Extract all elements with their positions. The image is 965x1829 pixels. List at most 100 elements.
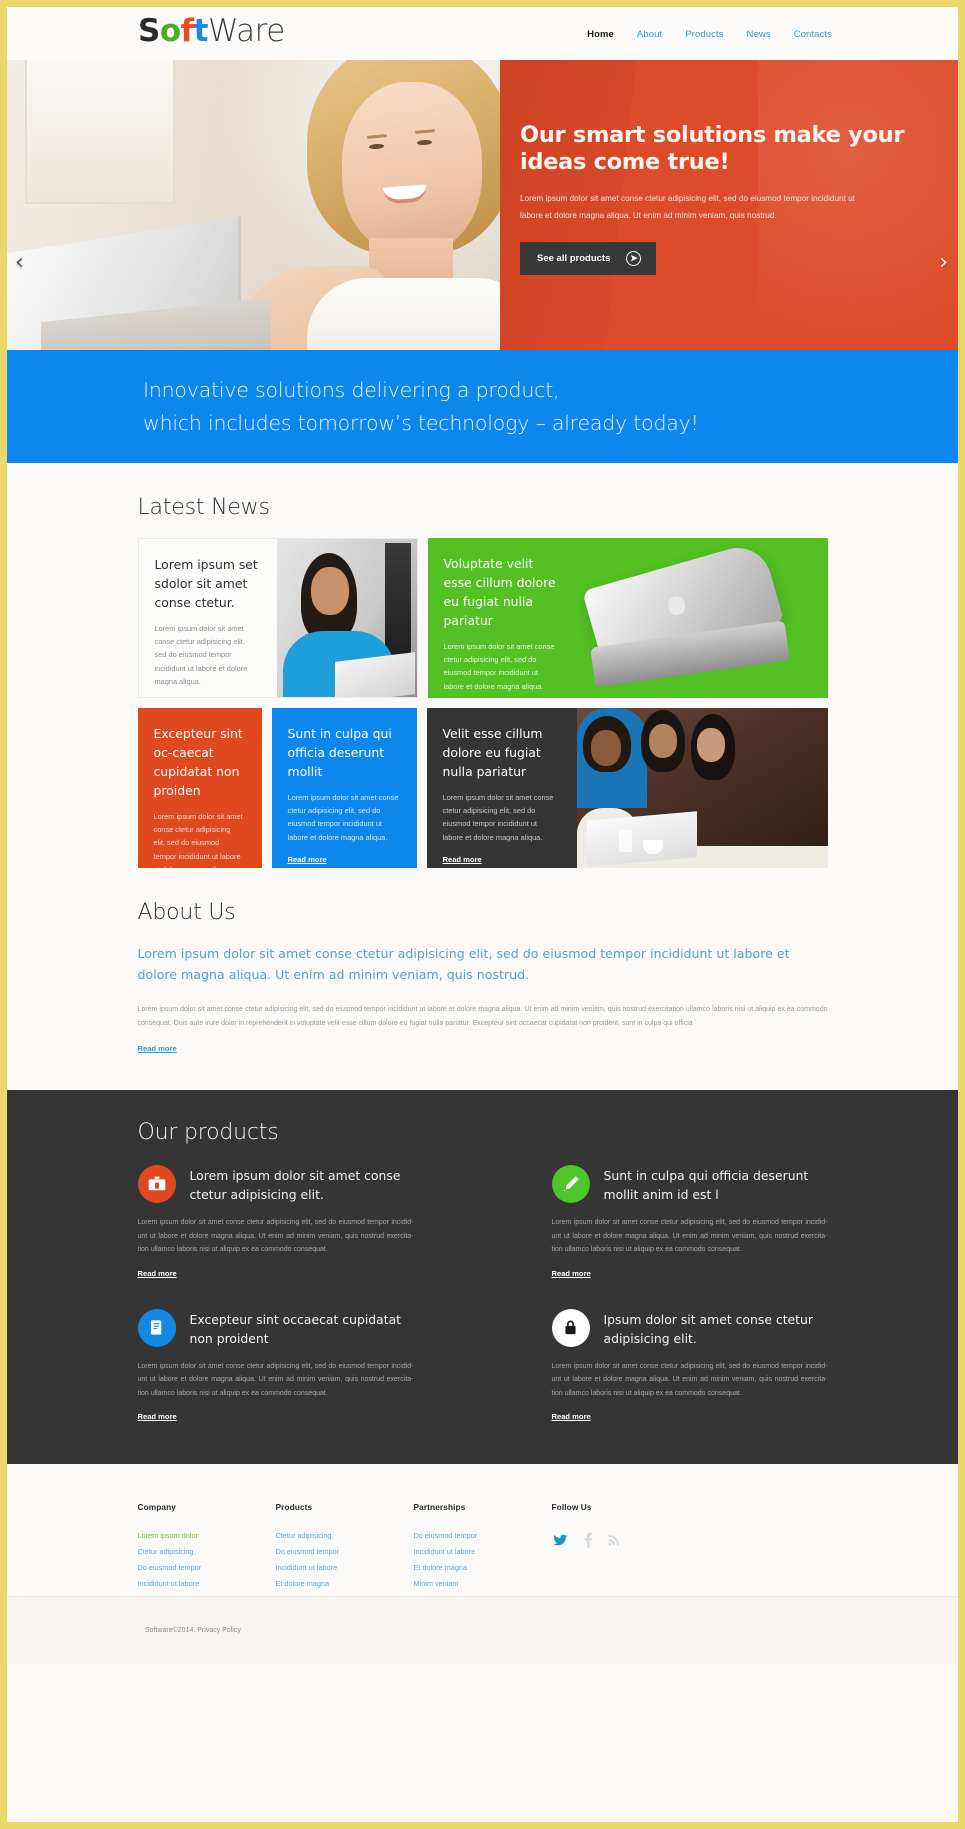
copyright-text: Software©2014. Privacy Policy [145, 1627, 241, 1634]
footer-bottom-bar: Software©2014. Privacy Policy [7, 1596, 958, 1664]
latest-news-title: Latest News [137, 495, 270, 520]
footer-link[interactable]: Ctetur adipisicing [138, 1544, 276, 1559]
news-card[interactable]: Sunt in culpa qui officia deserunt molli… [271, 708, 417, 868]
news-card[interactable]: Excepteur sint oc-caecat cupidatat non p… [137, 708, 262, 868]
product-body: Lorem ipsum dolor sit amet conse ctetur … [137, 1219, 414, 1253]
about-body-text: Lorem ipsum dolor sit amet conse ctetur … [137, 1006, 828, 1027]
product-item[interactable]: Lorem ipsum dolor sit amet conse ctetur … [137, 1165, 414, 1281]
about-read-more-link[interactable]: Read more [138, 1044, 177, 1053]
footer-link[interactable]: Et dolore magna [414, 1560, 552, 1575]
footer-link[interactable]: Incididunt ut labore [276, 1560, 414, 1575]
pencil-icon [551, 1165, 590, 1203]
products-grid: Lorem ipsum dolor sit amet conse ctetur … [137, 1165, 828, 1425]
product-item[interactable]: Sunt in culpa qui officia deserunt molli… [551, 1165, 828, 1281]
copyright-label: Software©2014. [145, 1627, 196, 1634]
briefcase-icon [137, 1165, 176, 1203]
facebook-icon[interactable] [583, 1532, 593, 1548]
page-root: SoftWare Home About Products News Contac… [7, 7, 958, 1822]
products-title: Our products [137, 1120, 279, 1145]
tagline-text: Innovative solutions delivering a produc… [143, 374, 699, 440]
nav-item-contacts[interactable]: Contacts [790, 27, 836, 42]
footer-link[interactable]: Ctetur adipisicing [276, 1528, 414, 1543]
footer-column-heading: Follow Us [551, 1502, 592, 1512]
about-section: About Us Lorem ipsum dolor sit amet cons… [138, 868, 828, 1090]
privacy-policy-link[interactable]: Privacy Policy [197, 1627, 241, 1634]
footer-link[interactable]: Lorem ipsum dolor [138, 1528, 276, 1543]
logo-letter-s: S [138, 13, 160, 49]
read-more-link[interactable]: Read more [138, 1269, 177, 1278]
product-body: Lorem ipsum dolor sit amet conse ctetur … [551, 1219, 828, 1253]
product-title: Excepteur sint occaecat cupidatat non pr… [189, 1311, 402, 1346]
hero-title: Our smart solutions make your ideas come… [520, 122, 905, 175]
footer-link[interactable]: Incididunt ut labore [414, 1544, 552, 1559]
read-more-link[interactable]: Read more [552, 1269, 591, 1278]
nav-item-products[interactable]: Products [681, 27, 727, 42]
site-header: SoftWare Home About Products News Contac… [7, 7, 958, 60]
footer-link[interactable]: Do eiusmod tempor [138, 1560, 276, 1575]
slider-next-arrow-icon[interactable]: › [939, 250, 948, 275]
twitter-icon[interactable] [552, 1533, 569, 1548]
news-card[interactable]: Velit esse cillum dolore eu fugiat nulla… [426, 708, 828, 868]
main-content: Latest News Lorem ipsum set sdolor sit a… [7, 463, 958, 1090]
tagline-line-2: which includes tomorrow’s technology – a… [143, 410, 699, 435]
footer-link[interactable]: Et dolore magna [276, 1576, 414, 1591]
product-item[interactable]: Excepteur sint occaecat cupidatat non pr… [137, 1308, 414, 1425]
site-footer: Company Lorem ipsum dolor Ctetur adipisi… [7, 1464, 958, 1664]
book-icon [137, 1308, 176, 1347]
news-card[interactable]: Voluptate velit esse cillum dolore eu fu… [427, 538, 828, 698]
logo-word-ware: Ware [207, 13, 285, 49]
footer-column-heading: Partnerships [413, 1502, 466, 1512]
social-links [552, 1528, 732, 1548]
news-card-body: Lorem ipsum dolor sit amet conse ctetur … [154, 624, 248, 686]
lock-icon [551, 1308, 590, 1347]
news-thumbnail-laptop [577, 538, 828, 698]
products-section: Our products Lorem ipsum dolor sit amet … [7, 1090, 958, 1464]
read-more-link[interactable]: Read more [138, 1412, 177, 1421]
product-title: Ipsum dolor sit amet conse ctetur adipis… [603, 1311, 813, 1346]
news-card-title: Excepteur sint oc-caecat cupidatat non p… [153, 726, 243, 798]
read-more-link[interactable]: Read more [288, 855, 327, 864]
nav-item-about[interactable]: About [633, 27, 666, 42]
hero-text-panel: Our smart solutions make your ideas come… [500, 60, 958, 350]
footer-column-heading: Products [275, 1502, 313, 1512]
read-more-link[interactable]: Read more [443, 855, 482, 864]
hero-photo [7, 60, 579, 350]
product-title: Lorem ipsum dolor sit amet conse ctetur … [189, 1168, 401, 1202]
news-thumbnail-woman-at-computer [276, 539, 417, 697]
nav-item-home[interactable]: Home [583, 27, 618, 42]
about-lead-text: Lorem ipsum dolor sit amet conse ctetur … [137, 946, 790, 982]
footer-link[interactable]: Minim veniam [414, 1576, 552, 1591]
hero-slider: Our smart solutions make your ideas come… [7, 60, 958, 350]
logo-letter-f: f [180, 13, 195, 49]
product-title: Sunt in culpa qui officia deserunt molli… [603, 1168, 809, 1202]
logo-letter-o: o [159, 13, 181, 49]
news-card[interactable]: Lorem ipsum set sdolor sit amet conse ct… [137, 538, 418, 698]
footer-link[interactable]: Incididunt ut labore [138, 1576, 276, 1591]
news-card-body: Lorem ipsum dolor sit amet conse ctetur … [442, 793, 554, 842]
news-card-body: Lorem ipsum dolor sit amet conse ctetur … [443, 642, 555, 691]
read-more-link[interactable]: Read more [552, 1412, 591, 1421]
news-card-body: Lorem ipsum dolor sit amet conse ctetur … [287, 793, 399, 842]
footer-link[interactable]: Do eiusmod tempor [276, 1544, 414, 1559]
product-body: Lorem ipsum dolor sit amet conse ctetur … [137, 1362, 414, 1397]
see-all-products-label: See all products [537, 253, 611, 264]
slider-prev-arrow-icon[interactable]: ‹ [15, 250, 24, 275]
news-card-body: Lorem ipsum dolor sit amet conse ctetur … [153, 812, 243, 868]
product-body: Lorem ipsum dolor sit amet conse ctetur … [551, 1362, 828, 1397]
rss-icon[interactable] [607, 1533, 621, 1547]
footer-link[interactable]: Do eiusmod tempor [414, 1528, 552, 1543]
news-card-title: Velit esse cillum dolore eu fugiat nulla… [442, 726, 543, 779]
news-card-title: Sunt in culpa qui officia deserunt molli… [287, 726, 392, 779]
news-row-bottom: Excepteur sint oc-caecat cupidatat non p… [137, 708, 828, 868]
main-navigation: Home About Products News Contacts [583, 27, 836, 42]
product-item[interactable]: Ipsum dolor sit amet conse ctetur adipis… [551, 1308, 828, 1425]
hero-subtitle: Lorem ipsum dolor sit amet conse ctetur … [520, 194, 855, 220]
news-card-title: Lorem ipsum set sdolor sit amet conse ct… [154, 557, 258, 610]
news-thumbnail-three-women [576, 708, 828, 868]
news-row-top: Lorem ipsum set sdolor sit amet conse ct… [137, 538, 828, 698]
tagline-banner: Innovative solutions delivering a produc… [7, 350, 958, 463]
see-all-products-button[interactable]: See all products ➤ [520, 242, 657, 275]
footer-column-heading: Company [137, 1502, 177, 1512]
site-logo[interactable]: SoftWare [138, 13, 285, 49]
nav-item-news[interactable]: News [743, 27, 775, 42]
